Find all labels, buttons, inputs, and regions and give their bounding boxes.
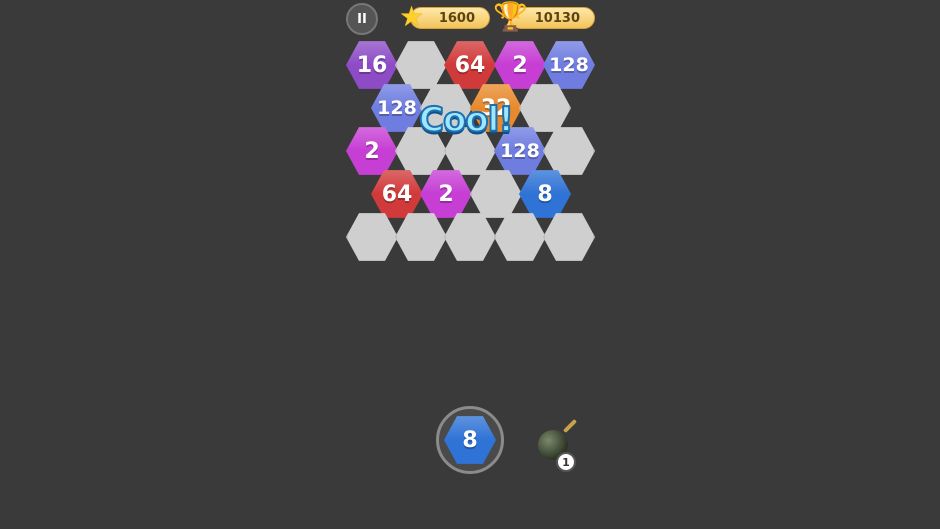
board-cell-empty[interactable] [346,213,398,261]
pause-icon: II [357,11,367,27]
board-cell-empty[interactable] [444,213,496,261]
tile-value: 2 [364,138,380,164]
tile-value: 8 [537,181,553,207]
best-score-value: 10130 [534,10,580,26]
board-cell-empty[interactable] [543,213,595,261]
pause-button[interactable]: II [346,3,378,35]
board-cell-empty[interactable] [395,213,447,261]
tile-value: 128 [549,54,589,76]
board-tile[interactable]: 8 [519,170,571,218]
board-cell-empty[interactable] [494,213,546,261]
board-tile[interactable]: 64 [444,41,496,89]
board-tile[interactable]: 2 [420,170,472,218]
tile-value: 128 [500,140,540,162]
tile-value: 2 [438,181,454,207]
tile-value: 64 [454,52,486,78]
star-icon: ★ [399,0,425,33]
board-tile[interactable]: 2 [494,41,546,89]
tile-value: 2 [512,52,528,78]
stars-value: 1600 [438,10,475,26]
board-cell-empty[interactable] [470,170,522,218]
bomb-count-badge: 1 [556,452,576,472]
next-tile-value: 8 [462,427,478,453]
trophy-icon: 🏆 [493,0,528,33]
tile-value: 16 [356,52,388,78]
board-cell-empty[interactable] [519,84,571,132]
board-cell-empty[interactable] [395,41,447,89]
game-stage: 16 64 2 128 128 32 2 128 64 2 8 II 1600 ★ 10130 🏆 … [0,0,940,529]
tile-value: 128 [377,97,417,119]
board-tile[interactable]: 64 [371,170,423,218]
combo-text: Cool! [418,99,515,141]
board-tile[interactable]: 128 [543,41,595,89]
board-tile[interactable]: 128 [371,84,423,132]
board-tile[interactable]: 16 [346,41,398,89]
board-cell-empty[interactable] [543,127,595,175]
tile-value: 64 [381,181,413,207]
board-tile[interactable]: 2 [346,127,398,175]
